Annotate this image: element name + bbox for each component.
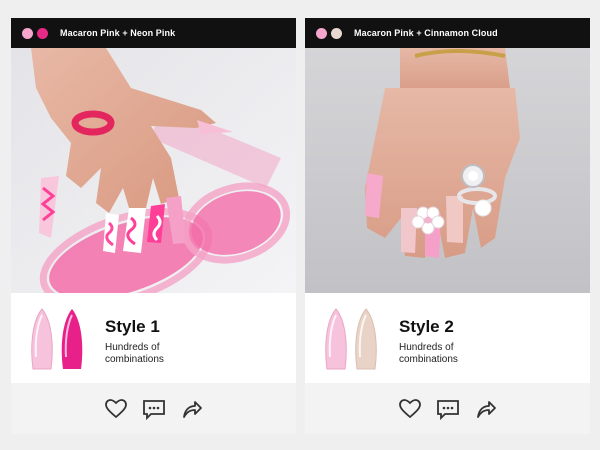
color-dot-macaron-pink — [22, 27, 33, 39]
color-dot-neon-pink — [37, 27, 48, 39]
nail-swatch-icon — [31, 308, 83, 370]
card-info: Style 1 Hundreds of combinations — [11, 293, 296, 383]
heart-icon[interactable] — [398, 397, 422, 421]
style-title: Style 2 — [399, 317, 454, 336]
card-header-title: Macaron Pink + Cinnamon Cloud — [354, 28, 498, 38]
share-icon[interactable] — [474, 397, 498, 421]
color-dot-cinnamon-cloud — [331, 27, 342, 39]
comment-icon[interactable] — [436, 397, 460, 421]
color-dot-macaron-pink — [316, 27, 327, 39]
product-card-style-2[interactable]: Macaron Pink + Cinnamon Cloud Style 2 Hu… — [305, 18, 590, 434]
card-header-title: Macaron Pink + Neon Pink — [60, 28, 176, 38]
share-icon[interactable] — [180, 397, 204, 421]
card-actions — [11, 383, 296, 434]
card-actions — [305, 383, 590, 434]
style-description: Hundreds of combinations — [105, 342, 164, 365]
heart-icon[interactable] — [104, 397, 128, 421]
nail-swatch-icon — [325, 308, 377, 370]
product-card-style-1[interactable]: Macaron Pink + Neon Pink Style 1 Hundred… — [11, 18, 296, 434]
style-title: Style 1 — [105, 317, 160, 336]
style-description: Hundreds of combinations — [399, 342, 458, 365]
comment-icon[interactable] — [142, 397, 166, 421]
card-info: Style 2 Hundreds of combinations — [305, 293, 590, 383]
card-header: Macaron Pink + Neon Pink — [11, 18, 296, 48]
card-header: Macaron Pink + Cinnamon Cloud — [305, 18, 590, 48]
product-photo[interactable] — [305, 48, 590, 293]
product-photo[interactable] — [11, 48, 296, 293]
